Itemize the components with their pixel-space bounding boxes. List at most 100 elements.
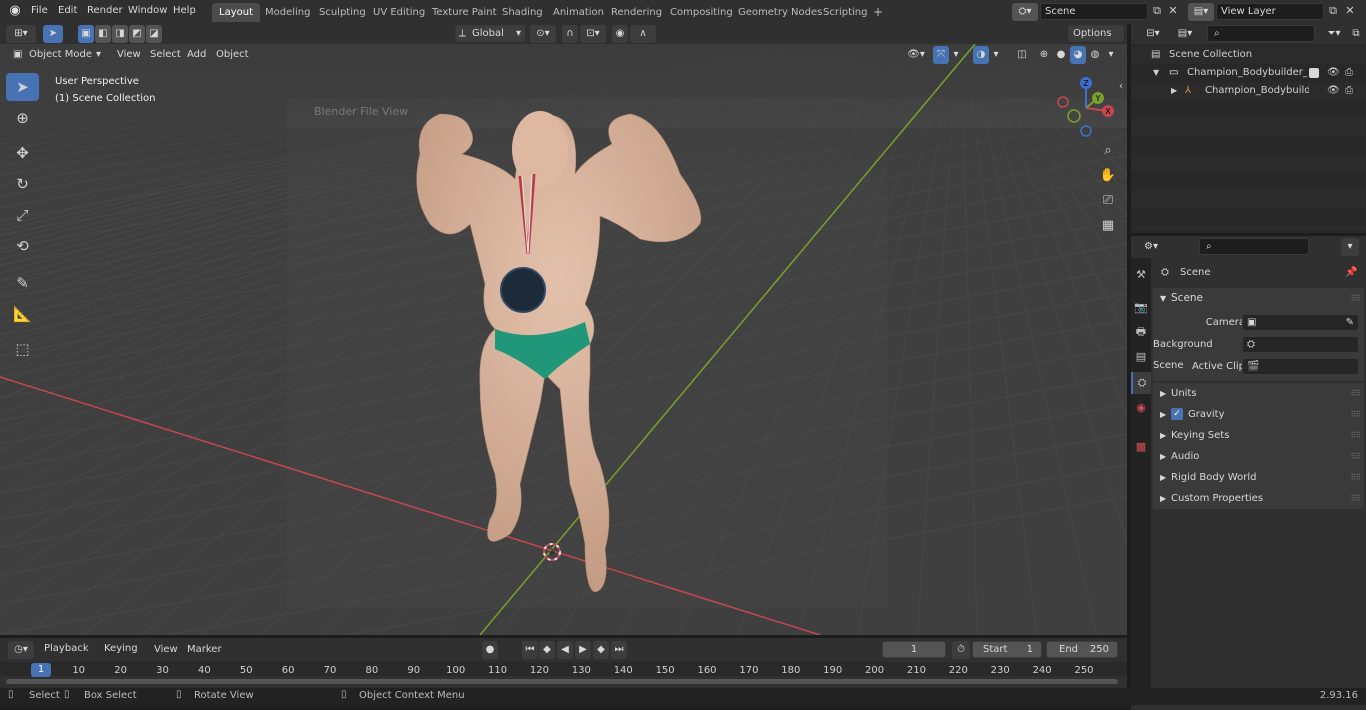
render-tab-icon[interactable]: 📷: [1131, 297, 1151, 319]
menu-add[interactable]: Add: [187, 49, 206, 60]
shading-solid-icon[interactable]: ●: [1053, 46, 1069, 64]
menu-window[interactable]: Window: [128, 5, 167, 16]
background-scene-field[interactable]: ⛭: [1242, 336, 1359, 353]
zoom-icon[interactable]: ⌕: [1098, 142, 1118, 160]
jump-end-icon[interactable]: ⏭: [611, 641, 627, 659]
options-dropdown[interactable]: Options: [1068, 25, 1124, 42]
tab-rendering[interactable]: Rendering: [604, 3, 669, 22]
annotate-tool-icon[interactable]: ✎: [6, 269, 39, 297]
pan-hand-icon[interactable]: ✋: [1098, 167, 1118, 185]
view-layer-tab-icon[interactable]: ▤: [1131, 346, 1151, 368]
rotate-tool-icon[interactable]: ↻: [6, 170, 39, 198]
drag-handle-icon[interactable]: ⠿⠿: [1350, 404, 1361, 425]
custom-properties-panel-header[interactable]: ▶ Custom Properties ⠿⠿: [1153, 488, 1364, 509]
display-mode-icon[interactable]: ▤▾: [1171, 25, 1199, 43]
properties-editor-type-icon[interactable]: ⚙▾: [1137, 238, 1165, 256]
keying-menu[interactable]: Keying: [100, 641, 146, 658]
cursor-tool-icon[interactable]: ⊕: [6, 104, 39, 132]
outliner-row-collection[interactable]: ▼ ▭ Champion_Bodybuilder_Man_ 👁 ⎙: [1131, 64, 1366, 82]
shading-wireframe-icon[interactable]: ⊕: [1036, 46, 1052, 64]
perspective-toggle-icon[interactable]: ▦: [1098, 217, 1118, 235]
drag-handle-icon[interactable]: ⠿⠿: [1350, 425, 1361, 446]
transform-orientation-dropdown[interactable]: ⟂ Global ▾: [455, 25, 525, 42]
drag-handle-icon[interactable]: ⠿⠿: [1350, 467, 1361, 488]
close-icon[interactable]: ✕: [1343, 2, 1357, 20]
tweak-tool-icon[interactable]: ➤: [43, 25, 63, 43]
drag-handle-icon[interactable]: ⠿⠿: [1350, 288, 1361, 309]
scale-tool-icon[interactable]: ⤢: [6, 201, 39, 229]
select-mode-new-icon[interactable]: ▣: [78, 25, 94, 43]
new-view-layer-icon[interactable]: ⧉: [1325, 2, 1341, 20]
prev-keyframe-icon[interactable]: ◆: [539, 641, 555, 659]
tab-layout[interactable]: Layout: [212, 3, 260, 22]
next-keyframe-icon[interactable]: ◆: [593, 641, 609, 659]
timeline-marker-menu[interactable]: Marker: [187, 644, 222, 655]
tab-modeling[interactable]: Modeling: [258, 3, 318, 22]
tab-shading[interactable]: Shading: [495, 3, 550, 22]
tab-uv-editing[interactable]: UV Editing: [366, 3, 432, 22]
timeline-scrollbar[interactable]: [6, 679, 1118, 684]
scene-selector-icon[interactable]: ⛭▾: [1012, 3, 1038, 21]
view-layer-selector-icon[interactable]: ▤▾: [1188, 3, 1214, 21]
timeline-view-menu[interactable]: View: [154, 644, 178, 655]
output-tab-icon[interactable]: 🖶: [1131, 321, 1151, 343]
menu-object[interactable]: Object: [216, 49, 249, 60]
separator[interactable]: [1131, 233, 1366, 236]
snap-target-icon[interactable]: ⊡▾: [580, 25, 606, 43]
add-workspace-button[interactable]: +: [866, 3, 890, 22]
visibility-dropdown-icon[interactable]: 👁▾: [903, 46, 929, 64]
drag-handle-icon[interactable]: ⠿⠿: [1350, 383, 1361, 404]
playback-menu[interactable]: Playback: [40, 641, 94, 658]
camera-icon[interactable]: ⎙: [1345, 64, 1353, 82]
timeline-editor-type-icon[interactable]: ◷▾: [8, 641, 34, 659]
separator[interactable]: [0, 635, 1127, 638]
close-icon[interactable]: ✕: [1166, 2, 1180, 20]
tool-tab-icon[interactable]: ⚒: [1131, 264, 1151, 286]
navigation-gizmo[interactable]: X Y Z: [1053, 74, 1123, 144]
tab-texture-paint[interactable]: Texture Paint: [425, 3, 504, 22]
menu-edit[interactable]: Edit: [58, 5, 77, 16]
separator[interactable]: [1127, 24, 1131, 688]
scene-tab-icon[interactable]: ⛭: [1131, 372, 1151, 394]
eyedropper-icon[interactable]: ✎: [1346, 315, 1354, 330]
exclude-checkbox[interactable]: [1309, 68, 1319, 78]
filter-icon[interactable]: ⏷▾: [1321, 25, 1347, 43]
menu-render[interactable]: Render: [87, 5, 123, 16]
tab-animation[interactable]: Animation: [546, 3, 611, 22]
mode-dropdown[interactable]: ▣ Object Mode ▾: [8, 46, 106, 63]
rigid-body-world-panel-header[interactable]: ▶ Rigid Body World ⠿⠿: [1153, 467, 1364, 488]
gravity-panel-header[interactable]: ▶ ✓ Gravity ⠿⠿: [1153, 404, 1364, 425]
eye-icon[interactable]: 👁: [1327, 82, 1340, 100]
new-scene-icon[interactable]: ⧉: [1149, 2, 1165, 20]
xray-toggle-icon[interactable]: ◫: [1014, 46, 1030, 64]
shading-material-icon[interactable]: ◕: [1070, 46, 1086, 64]
view-layer-field[interactable]: View Layer: [1216, 3, 1324, 20]
measure-tool-icon[interactable]: 📐: [6, 300, 39, 328]
camera-field[interactable]: ▣ ✎: [1242, 314, 1359, 331]
eye-icon[interactable]: 👁: [1327, 64, 1340, 82]
editor-type-icon[interactable]: ⊞▾: [6, 25, 36, 43]
new-collection-icon[interactable]: ⧉: [1349, 25, 1363, 43]
outliner-search-input[interactable]: ⌕: [1207, 25, 1315, 42]
properties-options-icon[interactable]: ▾: [1341, 238, 1359, 256]
outliner-row-object[interactable]: ▶ ⅄ Champion_Bodybuilder_I 👁 ⎙: [1131, 82, 1366, 100]
pivot-point-icon[interactable]: ⊙▾: [530, 25, 556, 43]
menu-select[interactable]: Select: [150, 49, 181, 60]
select-mode-intersect-icon[interactable]: ◪: [146, 25, 162, 43]
proportional-edit-icon[interactable]: ◉: [612, 25, 628, 43]
shading-rendered-icon[interactable]: ◍: [1087, 46, 1103, 64]
camera-view-icon[interactable]: ⎚: [1098, 192, 1118, 210]
tab-compositing[interactable]: Compositing: [663, 3, 740, 22]
select-mode-extend-icon[interactable]: ◧: [95, 25, 111, 43]
units-panel-header[interactable]: ▶ Units ⠿⠿: [1153, 383, 1364, 404]
tab-geometry-nodes[interactable]: Geometry Nodes: [731, 3, 829, 22]
select-mode-subtract-icon[interactable]: ◨: [112, 25, 128, 43]
texture-tab-icon[interactable]: ▩: [1131, 436, 1151, 458]
active-clip-field[interactable]: 🎬: [1242, 358, 1359, 375]
scene-name-field[interactable]: Scene: [1040, 3, 1148, 20]
jump-start-icon[interactable]: ⏮: [522, 641, 538, 659]
audio-panel-header[interactable]: ▶ Audio ⠿⠿: [1153, 446, 1364, 467]
transform-tool-icon[interactable]: ⟲: [6, 232, 39, 260]
select-mode-invert-icon[interactable]: ◩: [129, 25, 145, 43]
scene-panel-header[interactable]: ▼ Scene ⠿⠿: [1153, 288, 1364, 309]
